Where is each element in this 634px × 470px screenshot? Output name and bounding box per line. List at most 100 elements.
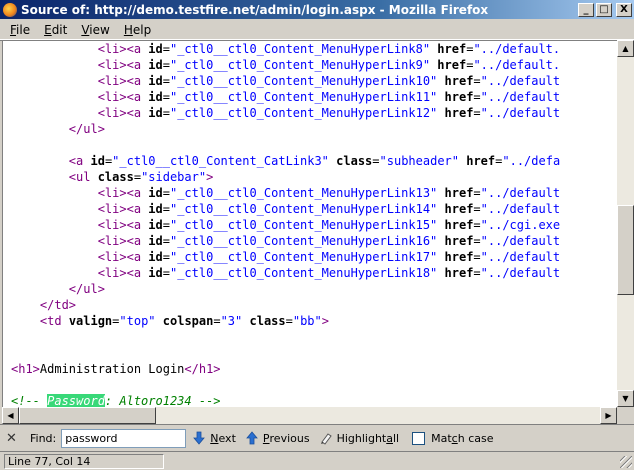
- source-token: class: [336, 154, 373, 168]
- source-token: id: [148, 90, 163, 104]
- source-token: [11, 314, 40, 328]
- source-token: <li><a: [97, 58, 149, 72]
- source-line: <ul class="sidebar">: [11, 169, 617, 185]
- source-token: =: [162, 234, 170, 248]
- cursor-position: Line 77, Col 14: [4, 453, 164, 469]
- source-token: "_ctl0__ctl0_Content_MenuHyperLink15": [169, 218, 438, 232]
- source-token: =: [473, 90, 481, 104]
- maximize-button[interactable]: □: [596, 2, 612, 17]
- source-token: id: [148, 266, 163, 280]
- match-case-toggle[interactable]: Mat c h case: [408, 431, 494, 445]
- source-token: "_ctl0__ctl0_Content_MenuHyperLink14": [169, 202, 438, 216]
- find-match-highlight: Password: [47, 394, 105, 407]
- source-token: =: [213, 314, 221, 328]
- source-token: [437, 218, 444, 232]
- source-token: <li><a: [97, 250, 149, 264]
- find-previous-button[interactable]: Previous: [245, 431, 310, 445]
- source-token: >: [206, 170, 214, 184]
- source-token: href: [466, 154, 496, 168]
- source-token: <td: [39, 314, 69, 328]
- source-token: id: [148, 202, 163, 216]
- find-input[interactable]: [61, 428, 187, 448]
- source-token: "_ctl0__ctl0_Content_MenuHyperLink16": [169, 234, 438, 248]
- menu-file[interactable]: File: [3, 23, 37, 37]
- source-token: [11, 250, 98, 264]
- source-line: <li><a id="_ctl0__ctl0_Content_MenuHyper…: [11, 185, 617, 201]
- source-token: =: [162, 250, 170, 264]
- source-line: [11, 137, 617, 153]
- match-case-checkbox[interactable]: [412, 431, 426, 445]
- source-token: id: [148, 218, 163, 232]
- source-token: >: [321, 314, 329, 328]
- source-token: <li><a: [97, 266, 149, 280]
- source-token: id: [148, 42, 163, 56]
- close-button[interactable]: X: [616, 2, 632, 17]
- source-token: [11, 122, 69, 136]
- scroll-down-button[interactable]: ▼: [617, 390, 634, 407]
- scrollbar-corner: [617, 407, 634, 424]
- source-token: valign: [68, 314, 113, 328]
- source-token: =: [372, 154, 380, 168]
- source-token: "../default.: [473, 58, 561, 72]
- source-token: =: [473, 234, 481, 248]
- source-token: href: [444, 266, 474, 280]
- source-token: =: [473, 202, 481, 216]
- source-token: [11, 106, 98, 120]
- title-bar[interactable]: Source of: http://demo.testfire.net/admi…: [0, 0, 634, 19]
- source-token: =: [162, 266, 170, 280]
- source-line: <li><a id="_ctl0__ctl0_Content_MenuHyper…: [11, 105, 617, 121]
- horizontal-scroll-thumb[interactable]: [19, 407, 156, 424]
- source-token: =: [162, 58, 170, 72]
- source-token: [437, 74, 444, 88]
- source-token: [11, 90, 98, 104]
- source-token: "../default: [480, 106, 561, 120]
- vertical-scroll-thumb[interactable]: [617, 205, 634, 295]
- source-token: [11, 186, 98, 200]
- resize-grip[interactable]: [620, 456, 632, 468]
- highlighter-icon: [320, 433, 332, 445]
- menu-help[interactable]: Help: [117, 23, 158, 37]
- source-token: href: [444, 250, 474, 264]
- source-token: <a: [68, 154, 91, 168]
- source-token: =: [162, 106, 170, 120]
- source-line: [11, 329, 617, 345]
- source-view[interactable]: <li><a id="_ctl0__ctl0_Content_MenuHyper…: [2, 40, 617, 407]
- source-token: [11, 202, 98, 216]
- scroll-left-button[interactable]: ◀: [2, 407, 19, 424]
- source-token: "../default: [480, 186, 561, 200]
- source-token: =: [162, 218, 170, 232]
- source-token: "../default: [480, 234, 561, 248]
- source-line: <li><a id="_ctl0__ctl0_Content_MenuHyper…: [11, 41, 617, 57]
- menu-view[interactable]: View: [74, 23, 116, 37]
- source-token: "3": [220, 314, 243, 328]
- source-token: "top": [119, 314, 156, 328]
- source-token: href: [437, 42, 467, 56]
- source-token: "../default: [480, 266, 561, 280]
- source-token: =: [285, 314, 293, 328]
- minimize-button[interactable]: _: [578, 2, 594, 17]
- source-token: "subheader": [379, 154, 459, 168]
- scroll-up-button[interactable]: ▲: [617, 40, 634, 57]
- highlight-all-button[interactable]: Highlight a ll: [319, 431, 399, 445]
- source-token: [11, 266, 98, 280]
- source-line: <td valign="top" colspan="3" class="bb">: [11, 313, 617, 329]
- source-token: href: [444, 106, 474, 120]
- source-token: </ul>: [68, 282, 105, 296]
- find-next-button[interactable]: Next: [192, 431, 236, 445]
- close-find-icon[interactable]: ✕: [6, 431, 20, 446]
- source-token: <li><a: [97, 90, 149, 104]
- menu-edit[interactable]: Edit: [37, 23, 74, 37]
- vertical-scrollbar[interactable]: ▲ ▼: [617, 40, 634, 407]
- arrow-up-icon: [246, 431, 258, 445]
- source-token: =: [473, 218, 481, 232]
- source-token: <ul: [68, 170, 98, 184]
- source-token: href: [444, 90, 474, 104]
- source-line: </td>: [11, 297, 617, 313]
- source-token: "_ctl0__ctl0_Content_MenuHyperLink13": [169, 186, 438, 200]
- source-token: class: [249, 314, 286, 328]
- source-token: <li><a: [97, 202, 149, 216]
- source-token: </h1>: [184, 362, 221, 376]
- horizontal-scrollbar[interactable]: ◀ ▶: [2, 407, 617, 424]
- firefox-icon: [3, 2, 17, 17]
- scroll-right-button[interactable]: ▶: [600, 407, 617, 424]
